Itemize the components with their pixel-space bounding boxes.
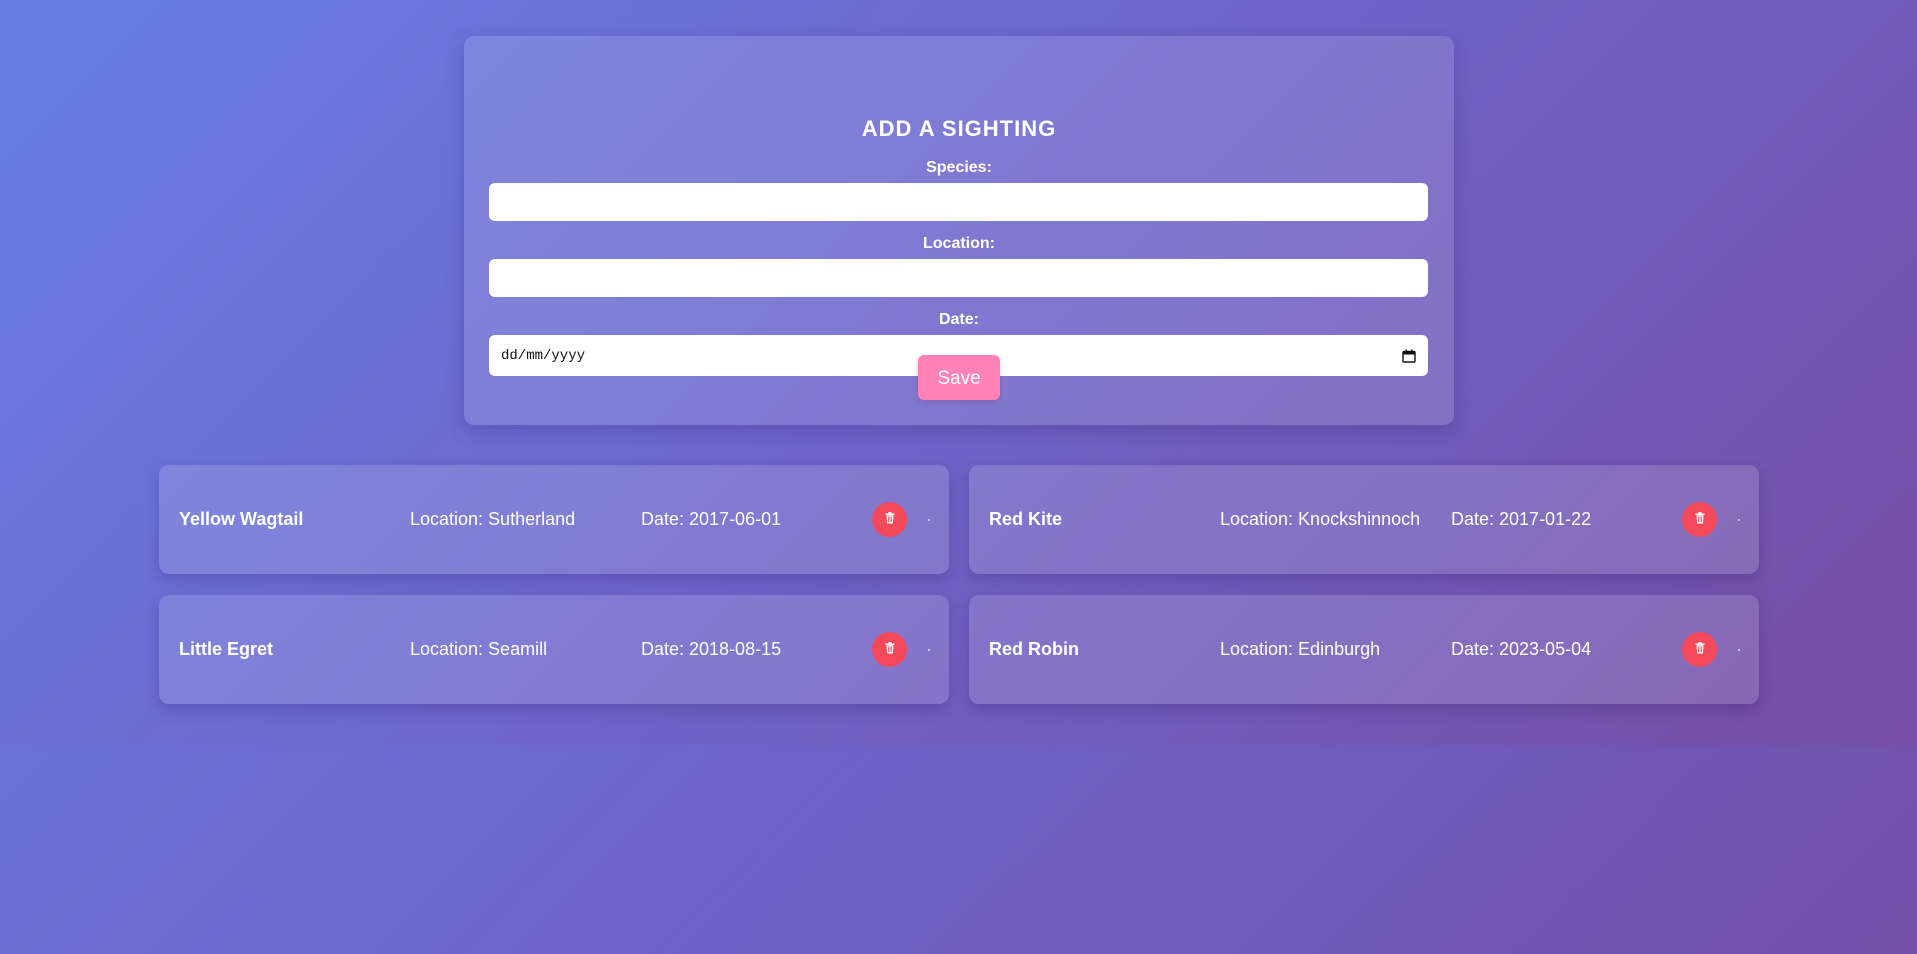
save-button[interactable]: Save: [918, 355, 1000, 400]
delete-button[interactable]: [1682, 502, 1717, 537]
sighting-species: Yellow Wagtail: [179, 509, 304, 529]
sighting-species: Little Egret: [179, 639, 274, 659]
sighting-date: Date: 2017-06-01: [641, 509, 782, 529]
trash-icon: [1695, 511, 1705, 529]
dot-separator: [1738, 519, 1740, 521]
dot-separator: [928, 519, 930, 521]
delete-button[interactable]: [1682, 632, 1717, 667]
delete-button[interactable]: [872, 632, 907, 667]
sighting-card: Yellow Wagtail Location: Sutherland Date…: [159, 465, 949, 574]
sighting-location: Location: Sutherland: [410, 509, 576, 529]
sighting-date: Date: 2023-05-04: [1451, 639, 1592, 659]
sighting-date: Date: 2018-08-15: [641, 639, 782, 659]
sighting-location: Location: Knockshinnoch: [1220, 509, 1421, 529]
species-input[interactable]: [489, 183, 1428, 221]
calendar-icon[interactable]: [1402, 349, 1416, 363]
sighting-location: Location: Edinburgh: [1220, 639, 1381, 659]
sighting-card: Red Kite Location: Knockshinnoch Date: 2…: [969, 465, 1759, 574]
sighting-card: Red Robin Location: Edinburgh Date: 2023…: [969, 595, 1759, 704]
sighting-card: Little Egret Location: Seamill Date: 201…: [159, 595, 949, 704]
dot-separator: [1738, 649, 1740, 651]
sighting-date: Date: 2017-01-22: [1451, 509, 1592, 529]
page-content: ADD A SIGHTING Species: Location: Date: …: [0, 0, 1917, 745]
date-placeholder: dd/mm/yyyy: [501, 347, 586, 364]
location-input[interactable]: [489, 259, 1428, 297]
sighting-location: Location: Seamill: [410, 639, 548, 659]
date-label: Date:: [938, 311, 979, 328]
sighting-species: Red Robin: [989, 639, 1079, 659]
form-title: ADD A SIGHTING: [861, 116, 1057, 141]
trash-icon: [885, 511, 895, 529]
dot-separator: [928, 649, 930, 651]
location-label: Location:: [923, 235, 995, 252]
delete-button[interactable]: [872, 502, 907, 537]
add-sighting-form: ADD A SIGHTING Species: Location: Date: …: [464, 36, 1454, 425]
trash-icon: [885, 641, 895, 659]
sighting-species: Red Kite: [989, 509, 1063, 529]
trash-icon: [1695, 641, 1705, 659]
species-label: Species:: [926, 159, 992, 176]
